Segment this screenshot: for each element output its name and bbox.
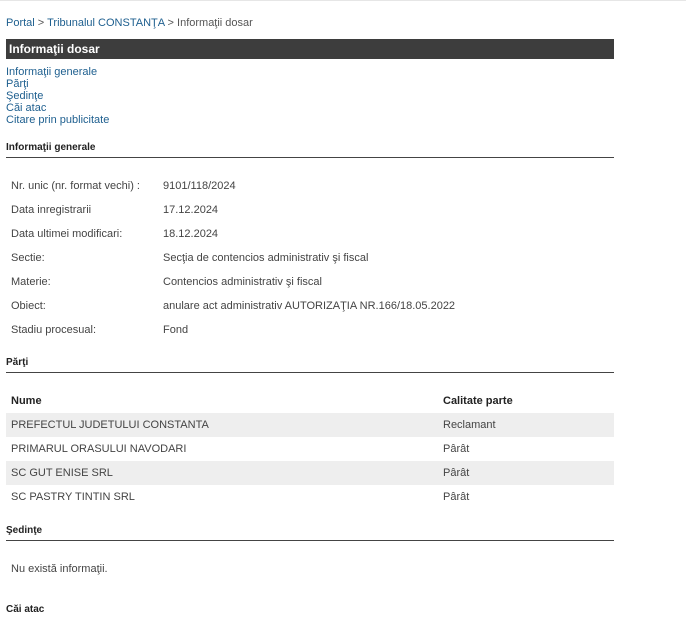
table-row: PRIMARUL ORASULUI NAVODARI Pârât: [6, 437, 614, 461]
table-row: PREFECTUL JUDETULUI CONSTANTA Reclamant: [6, 413, 614, 437]
info-value: Fond: [163, 324, 189, 336]
parties-table: Nume Calitate parte PREFECTUL JUDETULUI …: [6, 389, 614, 509]
info-label: Materie:: [11, 276, 51, 288]
info-label: Stadiu procesual:: [11, 324, 96, 336]
info-label: Data ultimei modificari:: [11, 228, 123, 240]
no-information-message: Nu există informaţii.: [11, 563, 108, 575]
toc-link-sedinte[interactable]: Şedinţe: [6, 90, 109, 102]
toc-link-parti[interactable]: Părţi: [6, 78, 109, 90]
section-navigation: Informaţii generale Părţi Şedinţe Căi at…: [6, 66, 109, 126]
info-value: Secţia de contencios administrativ şi fi…: [163, 252, 369, 264]
info-label: Nr. unic (nr. format vechi) :: [11, 180, 140, 192]
info-label: Sectie:: [11, 252, 45, 264]
toc-link-citare-prin-publicitate[interactable]: Citare prin publicitate: [6, 114, 109, 126]
info-value: 17.12.2024: [163, 204, 219, 216]
section-title-cai-atac: Căi atac: [6, 604, 45, 615]
section-title-parti: Părţi: [6, 357, 614, 373]
party-name: SC PASTRY TINTIN SRL: [11, 491, 135, 503]
party-name: SC GUT ENISE SRL: [11, 467, 113, 479]
toc-link-informatii-generale[interactable]: Informaţii generale: [6, 66, 109, 78]
party-quality: Pârât: [443, 491, 470, 503]
breadcrumb: Portal > Tribunalul CONSTANŢA > Informaţ…: [6, 17, 253, 29]
info-value: anulare act administrativ AUTORIZAŢIA NR…: [163, 300, 456, 312]
table-header-row: Nume Calitate parte: [6, 389, 614, 413]
info-value: 9101/118/2024: [163, 180, 236, 192]
section-title-informatii-generale: Informaţii generale: [6, 142, 614, 158]
toc-link-cai-atac[interactable]: Căi atac: [6, 102, 109, 114]
info-label: Obiect:: [11, 300, 46, 312]
party-name: PREFECTUL JUDETULUI CONSTANTA: [11, 419, 209, 431]
party-name: PRIMARUL ORASULUI NAVODARI: [11, 443, 187, 455]
info-label: Data inregistrarii: [11, 204, 92, 216]
breadcrumb-current: Informaţii dosar: [177, 17, 253, 29]
column-header-calitate-parte: Calitate parte: [443, 395, 513, 407]
column-header-nume: Nume: [11, 395, 42, 407]
info-value: 18.12.2024: [163, 228, 219, 240]
breadcrumb-court-link[interactable]: Tribunalul CONSTANŢA: [47, 17, 164, 29]
table-row: SC PASTRY TINTIN SRL Pârât: [6, 485, 614, 509]
page-title: Informaţii dosar: [6, 39, 614, 59]
breadcrumb-portal-link[interactable]: Portal: [6, 17, 35, 29]
party-quality: Pârât: [443, 443, 470, 455]
breadcrumb-separator: >: [164, 17, 178, 29]
info-value: Contencios administrativ şi fiscal: [163, 276, 322, 288]
party-quality: Pârât: [443, 467, 470, 479]
table-row: SC GUT ENISE SRL Pârât: [6, 461, 614, 485]
top-divider: [0, 0, 686, 1]
section-title-sedinte: Şedinţe: [6, 525, 614, 541]
breadcrumb-separator: >: [34, 17, 48, 29]
party-quality: Reclamant: [443, 419, 496, 431]
